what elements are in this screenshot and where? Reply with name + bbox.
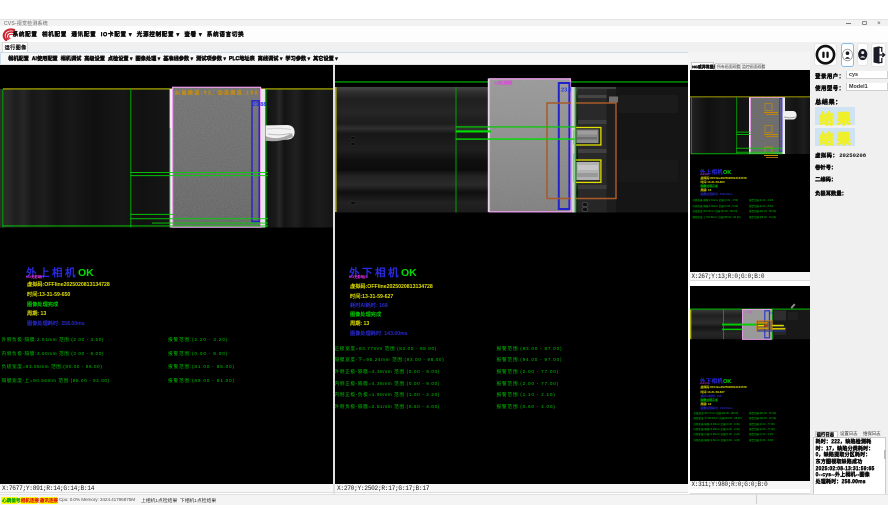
svg-text:AI检: AI检 bbox=[747, 309, 753, 314]
svg-text:23.88: 23.88 bbox=[253, 102, 267, 108]
svg-text:23: 23 bbox=[770, 311, 774, 315]
svg-text:纠偏阈值:93, 动态阈值:100: 纠偏阈值:93, 动态阈值:100 bbox=[175, 90, 259, 97]
svg-text:AI检测框: AI检测框 bbox=[494, 80, 513, 87]
